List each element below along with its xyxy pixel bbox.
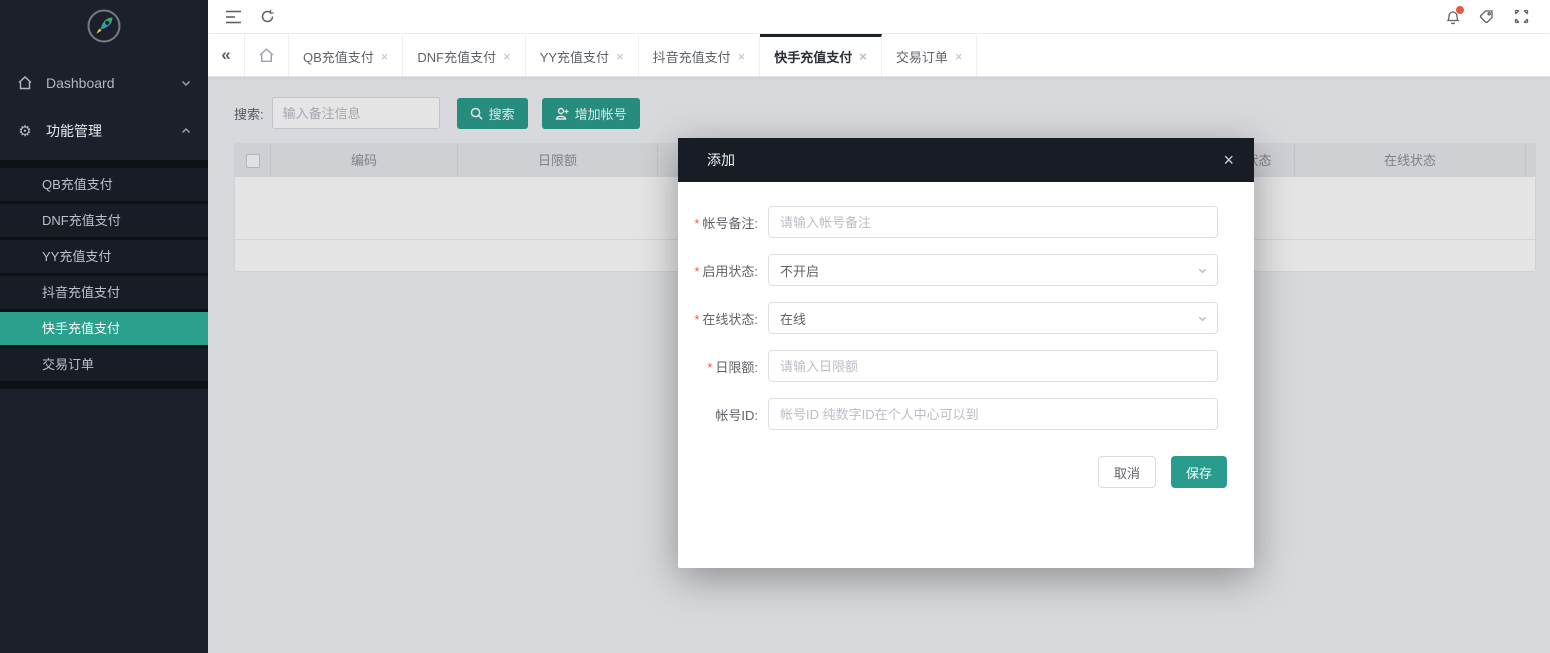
chevron-down-icon [1197, 313, 1208, 324]
notification-badge [1456, 6, 1464, 14]
required-marker: * [707, 360, 712, 375]
dialog-body: *帐号备注: *启用状态: 不开启 *在线状态: [678, 182, 1254, 488]
tab-bar: « QB充值支付 × DNF充值支付 × YY充值支付 × 抖音充值支付 × 快… [208, 34, 1550, 77]
home-icon [16, 74, 34, 92]
sidebar-item-kuaishou-recharge[interactable]: 快手充值支付 [0, 312, 208, 345]
form-row-account-note: *帐号备注: [678, 206, 1254, 238]
field-label: *日限额: [678, 357, 768, 376]
fullscreen-icon[interactable] [1504, 0, 1538, 34]
chevron-down-icon [180, 77, 192, 89]
dialog-footer: 取消 保存 [678, 456, 1254, 488]
close-icon[interactable]: × [859, 49, 867, 64]
required-marker: * [694, 216, 699, 231]
required-marker: * [694, 264, 699, 279]
online-status-select[interactable]: 在线 [768, 302, 1218, 334]
notifications-bell-icon[interactable] [1436, 0, 1470, 34]
tag-icon[interactable] [1470, 0, 1504, 34]
refresh-icon[interactable] [250, 0, 284, 34]
tab-yy-recharge[interactable]: YY充值支付 × [526, 34, 639, 76]
chevron-up-icon [180, 125, 192, 137]
sidebar-item-function-management[interactable]: ⚙ 功能管理 [0, 114, 208, 148]
tab-qb-recharge[interactable]: QB充值支付 × [289, 34, 403, 76]
form-row-account-id: 帐号ID: [678, 398, 1254, 430]
collapse-menu-icon[interactable] [216, 0, 250, 34]
field-label: 帐号ID: [678, 405, 768, 424]
enable-status-value: 不开启 [780, 261, 819, 280]
tab-label: 快手充值支付 [774, 47, 852, 66]
sidebar-item-dashboard[interactable]: Dashboard [0, 66, 208, 100]
form-row-daily-limit: *日限额: [678, 350, 1254, 382]
close-icon[interactable]: × [738, 49, 746, 64]
field-label: *在线状态: [678, 309, 768, 328]
tab-kuaishou-recharge[interactable]: 快手充值支付 × [760, 34, 882, 76]
account-id-input[interactable] [768, 398, 1218, 430]
sidebar-item-label: Dashboard [46, 75, 180, 91]
field-label: *启用状态: [678, 261, 768, 280]
close-icon[interactable]: × [955, 49, 963, 64]
home-icon [258, 47, 275, 64]
tab-trade-orders[interactable]: 交易订单 × [882, 34, 978, 76]
daily-limit-input[interactable] [768, 350, 1218, 382]
close-icon[interactable]: × [1223, 151, 1234, 169]
tab-label: 交易订单 [896, 47, 948, 66]
sidebar-item-qb-recharge[interactable]: QB充值支付 [0, 168, 208, 201]
dialog-title: 添加 [707, 150, 1223, 170]
dialog-header: 添加 × [678, 138, 1254, 182]
rocket-logo-icon [86, 8, 122, 44]
chevron-down-icon [1197, 265, 1208, 276]
required-marker: * [694, 312, 699, 327]
top-navbar [208, 0, 1550, 34]
online-status-value: 在线 [780, 309, 806, 328]
sidebar: Dashboard ⚙ 功能管理 QB充值支付 DNF充值支付 YY充值支付 抖… [0, 0, 208, 653]
close-icon[interactable]: × [503, 49, 511, 64]
app-logo[interactable] [0, 0, 208, 52]
field-label: *帐号备注: [678, 213, 768, 232]
save-button[interactable]: 保存 [1171, 456, 1227, 488]
tabs-scroll-left-button[interactable]: « [208, 34, 245, 76]
tab-label: QB充值支付 [303, 47, 374, 66]
sidebar-item-douyin-recharge[interactable]: 抖音充值支付 [0, 276, 208, 309]
enable-status-select[interactable]: 不开启 [768, 254, 1218, 286]
account-note-input[interactable] [768, 206, 1218, 238]
home-tab[interactable] [245, 34, 289, 76]
tab-douyin-recharge[interactable]: 抖音充值支付 × [639, 34, 761, 76]
tab-dnf-recharge[interactable]: DNF充值支付 × [403, 34, 525, 76]
close-icon[interactable]: × [616, 49, 624, 64]
sidebar-item-dnf-recharge[interactable]: DNF充值支付 [0, 204, 208, 237]
add-account-dialog: 添加 × *帐号备注: *启用状态: 不开启 [678, 138, 1254, 568]
tab-label: 抖音充值支付 [653, 47, 731, 66]
gear-icon: ⚙ [16, 122, 34, 140]
cancel-button[interactable]: 取消 [1098, 456, 1156, 488]
form-row-online-status: *在线状态: 在线 [678, 302, 1254, 334]
tab-label: YY充值支付 [540, 47, 609, 66]
sidebar-item-trade-orders[interactable]: 交易订单 [0, 348, 208, 381]
sidebar-item-yy-recharge[interactable]: YY充值支付 [0, 240, 208, 273]
form-row-enable-status: *启用状态: 不开启 [678, 254, 1254, 286]
sidebar-submenu: QB充值支付 DNF充值支付 YY充值支付 抖音充值支付 快手充值支付 交易订单 [0, 160, 208, 389]
close-icon[interactable]: × [381, 49, 389, 64]
sidebar-item-label: 功能管理 [46, 121, 180, 141]
tab-label: DNF充值支付 [417, 47, 496, 66]
